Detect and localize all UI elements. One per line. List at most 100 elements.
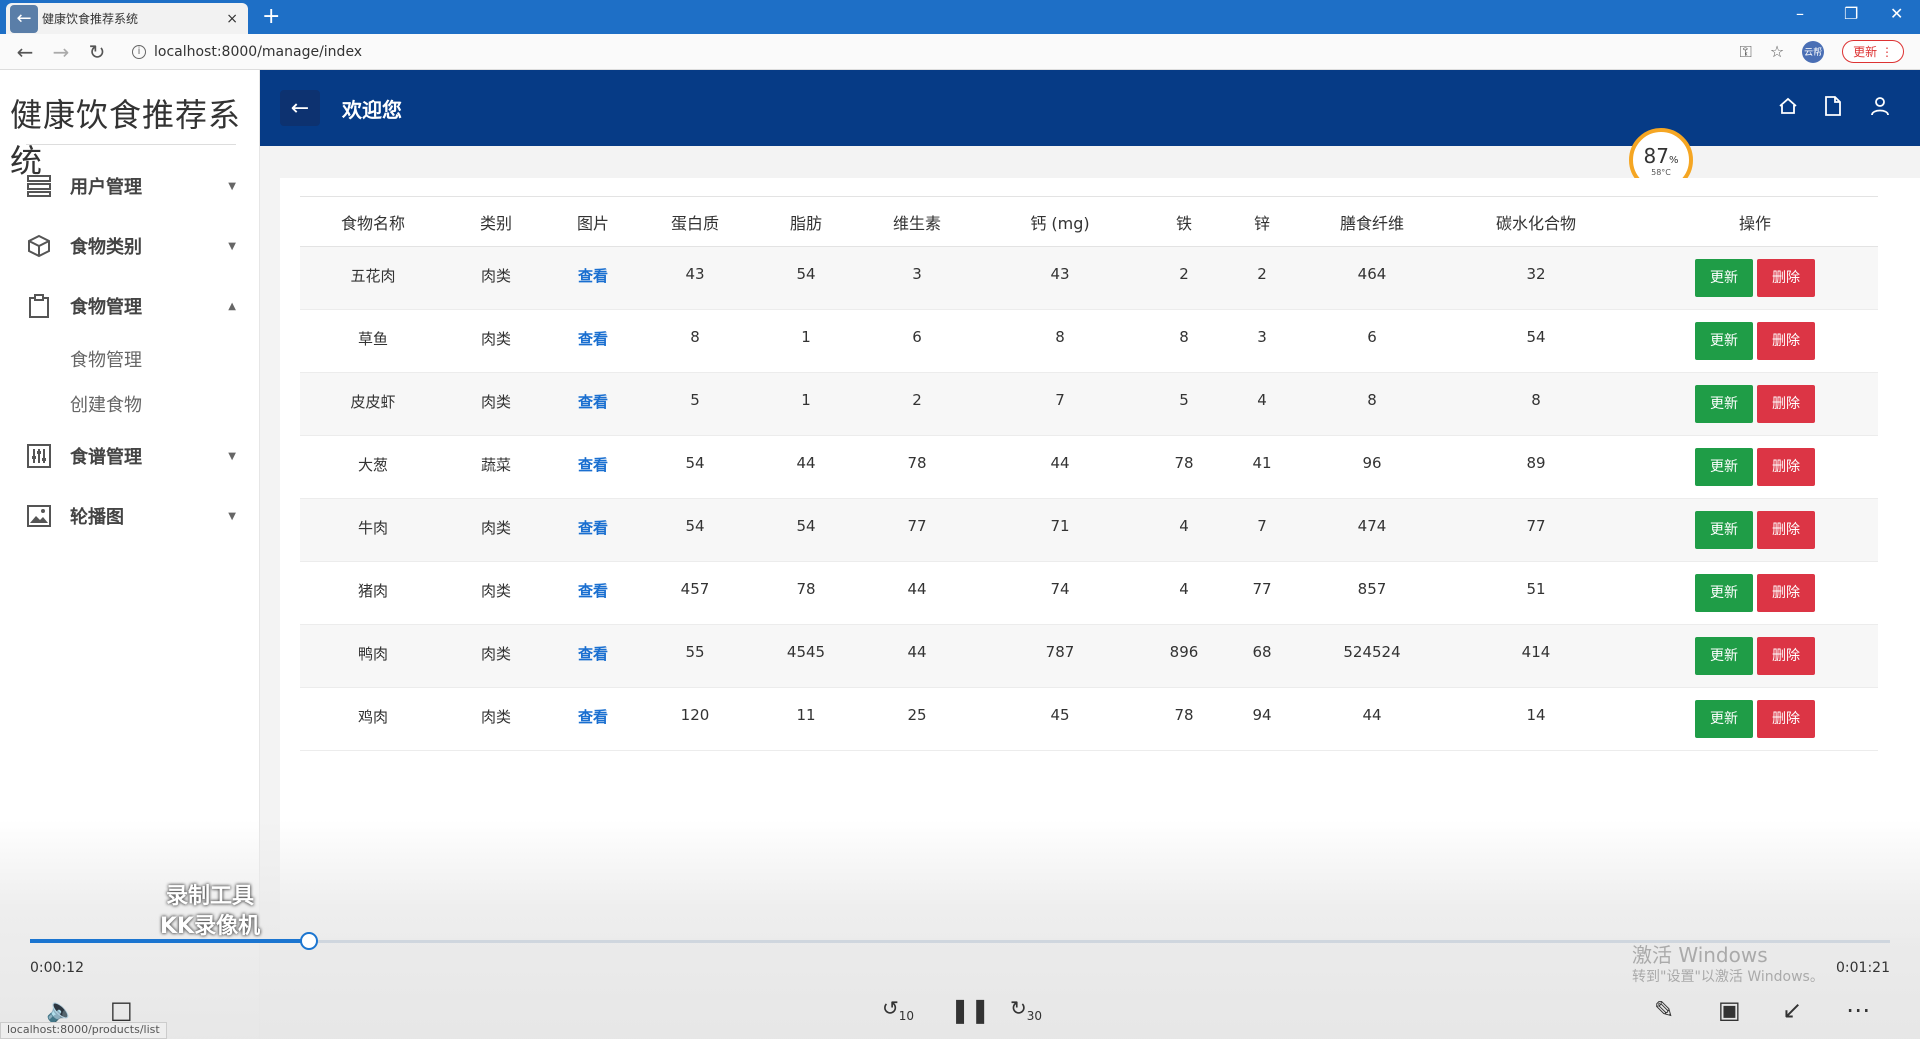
tab-title: 健康饮食推荐系统 bbox=[42, 12, 139, 26]
update-button[interactable]: 更新 bbox=[1695, 511, 1753, 549]
view-image-link[interactable]: 查看 bbox=[578, 519, 608, 537]
forward-icon[interactable]: ↻30 bbox=[1010, 996, 1042, 1023]
cell-category: 肉类 bbox=[446, 309, 546, 373]
update-button[interactable]: 更新 bbox=[1695, 700, 1753, 738]
exit-fullscreen-icon[interactable]: ↙ bbox=[1782, 996, 1802, 1024]
star-icon[interactable]: ☆ bbox=[1770, 42, 1784, 61]
pencil-icon[interactable]: ✎ bbox=[1654, 996, 1674, 1024]
collapse-back-button[interactable]: ← bbox=[280, 90, 320, 126]
captions-icon[interactable]: □ bbox=[110, 996, 133, 1024]
tab-close-icon[interactable]: × bbox=[226, 11, 238, 27]
menu-label: 食物类别 bbox=[70, 237, 142, 258]
table-row: 大葱 蔬菜 查看 54 44 78 44 78 41 96 89 更新 删除 bbox=[300, 435, 1878, 499]
cell-vitamin: 44 bbox=[862, 624, 972, 688]
delete-button[interactable]: 删除 bbox=[1757, 259, 1815, 297]
url-field[interactable]: i localhost:8000/manage/index bbox=[132, 44, 362, 60]
caret-up-icon: ▲ bbox=[228, 300, 236, 312]
menu-label: 食谱管理 bbox=[70, 447, 142, 468]
submenu-food-management[interactable]: 食物管理 bbox=[70, 346, 142, 372]
submenu-create-food[interactable]: 创建食物 bbox=[70, 391, 142, 417]
cell-protein: 54 bbox=[640, 435, 750, 499]
delete-button[interactable]: 删除 bbox=[1757, 574, 1815, 612]
table-row: 皮皮虾 肉类 查看 5 1 2 7 5 4 8 8 更新 删除 bbox=[300, 372, 1878, 436]
menu-food-management[interactable]: 食物管理 ▲ bbox=[26, 286, 236, 326]
more-options-icon[interactable]: ⋯ bbox=[1846, 996, 1870, 1024]
user-icon[interactable] bbox=[1870, 96, 1892, 118]
cell-zinc: 7 bbox=[1220, 498, 1304, 562]
close-window-icon[interactable]: ✕ bbox=[1890, 4, 1903, 23]
cell-iron: 2 bbox=[1148, 246, 1220, 310]
cell-vitamin: 3 bbox=[862, 246, 972, 310]
delete-button[interactable]: 删除 bbox=[1757, 637, 1815, 675]
menu-food-category[interactable]: 食物类别 ▼ bbox=[26, 226, 236, 266]
cell-category: 肉类 bbox=[446, 561, 546, 625]
view-image-link[interactable]: 查看 bbox=[578, 393, 608, 411]
delete-button[interactable]: 删除 bbox=[1757, 322, 1815, 360]
cell-zinc: 3 bbox=[1220, 309, 1304, 373]
update-button[interactable]: 更新 bbox=[1695, 574, 1753, 612]
cell-iron: 4 bbox=[1148, 561, 1220, 625]
cell-calcium: 43 bbox=[972, 246, 1148, 310]
col-header: 膳食纤维 bbox=[1304, 196, 1440, 247]
browser-update-button[interactable]: 更新 ⋮ bbox=[1842, 40, 1904, 63]
progress-handle[interactable] bbox=[300, 932, 318, 950]
view-image-link[interactable]: 查看 bbox=[578, 582, 608, 600]
view-image-link[interactable]: 查看 bbox=[578, 456, 608, 474]
menu-label: 轮播图 bbox=[70, 507, 124, 528]
key-icon[interactable]: ⚿ bbox=[1740, 42, 1752, 62]
forward-icon[interactable]: → bbox=[50, 40, 72, 64]
miniplayer-icon[interactable]: ▣ bbox=[1718, 996, 1741, 1024]
view-image-link[interactable]: 查看 bbox=[578, 330, 608, 348]
rewind-icon[interactable]: ↺10 bbox=[882, 996, 914, 1023]
cell-iron: 8 bbox=[1148, 309, 1220, 373]
cell-zinc: 94 bbox=[1220, 687, 1304, 751]
current-time: 0:00:12 bbox=[30, 960, 84, 976]
restore-icon[interactable]: ❐ bbox=[1844, 4, 1858, 23]
menu-recipe-management[interactable]: 食谱管理 ▼ bbox=[26, 436, 236, 476]
view-image-link[interactable]: 查看 bbox=[578, 708, 608, 726]
update-button[interactable]: 更新 bbox=[1695, 448, 1753, 486]
minimize-icon[interactable]: – bbox=[1796, 4, 1804, 23]
delete-button[interactable]: 删除 bbox=[1757, 700, 1815, 738]
cell-category: 肉类 bbox=[446, 372, 546, 436]
cell-name: 牛肉 bbox=[300, 498, 446, 562]
cell-fat: 78 bbox=[750, 561, 862, 625]
update-button[interactable]: 更新 bbox=[1695, 322, 1753, 360]
delete-button[interactable]: 删除 bbox=[1757, 448, 1815, 486]
pause-icon[interactable]: ❚❚ bbox=[950, 996, 990, 1024]
cell-fiber: 6 bbox=[1304, 309, 1440, 373]
delete-button[interactable]: 删除 bbox=[1757, 385, 1815, 423]
cell-protein: 55 bbox=[640, 624, 750, 688]
cell-vitamin: 6 bbox=[862, 309, 972, 373]
menu-carousel[interactable]: 轮播图 ▼ bbox=[26, 496, 236, 536]
home-icon[interactable] bbox=[1778, 96, 1800, 118]
menu-user-management[interactable]: 用户管理 ▼ bbox=[26, 166, 236, 206]
update-button[interactable]: 更新 bbox=[1695, 259, 1753, 297]
update-button[interactable]: 更新 bbox=[1695, 637, 1753, 675]
profile-avatar[interactable]: 云帮 bbox=[1802, 40, 1825, 63]
view-image-link[interactable]: 查看 bbox=[578, 645, 608, 663]
volume-icon[interactable]: 🔈 bbox=[46, 996, 76, 1024]
caret-down-icon: ▼ bbox=[228, 240, 236, 252]
col-header: 操作 bbox=[1632, 196, 1878, 247]
reload-icon[interactable]: ↻ bbox=[86, 40, 108, 64]
cell-carbs: 89 bbox=[1440, 435, 1632, 499]
welcome-title: 欢迎您 bbox=[342, 98, 402, 122]
back-arrow-icon[interactable]: ← bbox=[10, 4, 38, 33]
back-icon[interactable]: ← bbox=[14, 40, 36, 64]
update-button[interactable]: 更新 bbox=[1695, 385, 1753, 423]
cell-iron: 78 bbox=[1148, 435, 1220, 499]
view-image-link[interactable]: 查看 bbox=[578, 267, 608, 285]
clipboard-icon bbox=[26, 293, 52, 319]
recorder-watermark: 录制工具 KK录像机 bbox=[160, 882, 260, 942]
document-icon[interactable] bbox=[1824, 96, 1846, 118]
info-icon[interactable]: i bbox=[132, 44, 146, 59]
image-icon bbox=[26, 503, 52, 529]
cell-fiber: 857 bbox=[1304, 561, 1440, 625]
cell-fiber: 474 bbox=[1304, 498, 1440, 562]
caret-down-icon: ▼ bbox=[228, 510, 236, 522]
delete-button[interactable]: 删除 bbox=[1757, 511, 1815, 549]
new-tab-button[interactable]: + bbox=[262, 4, 280, 29]
browser-tab[interactable]: ← 健康饮食推荐系统 × bbox=[6, 3, 248, 34]
badge-percent: 87 bbox=[1643, 143, 1669, 168]
